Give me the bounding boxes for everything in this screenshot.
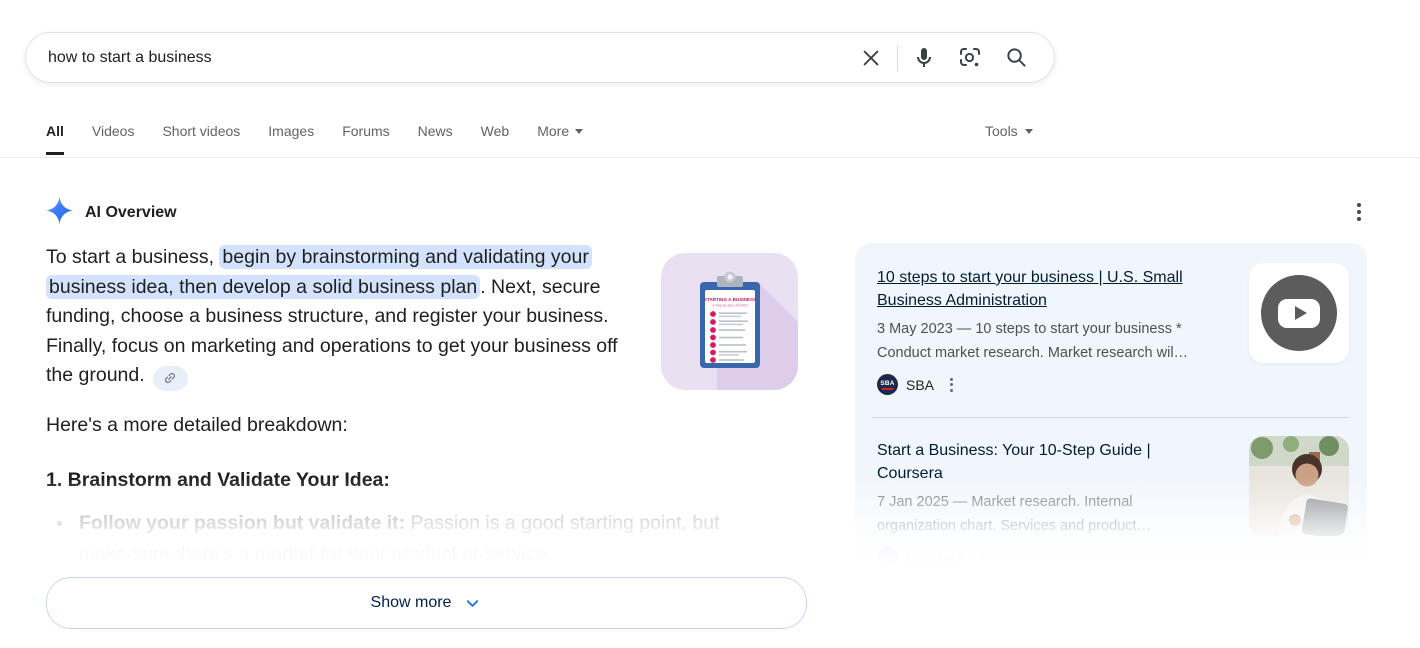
source-link-title[interactable]: Start a Business: Your 10-Step Guide | C… [877, 439, 1187, 485]
bullet-item: Follow your passion but validate it: Pas… [57, 508, 757, 570]
coursera-photo-thumbnail[interactable] [1249, 436, 1349, 536]
chevron-down-icon [575, 129, 583, 134]
paragraph-pre: To start a business, [46, 246, 219, 268]
tab-short-videos[interactable]: Short videos [162, 123, 240, 155]
tab-news[interactable]: News [418, 123, 453, 155]
result-type-tabs: All Videos Short videos Images Forums Ne… [46, 123, 583, 155]
google-search-results-page: how to start a business All Videos Short… [0, 0, 1420, 648]
source-card-sba: 10 steps to start your business | U.S. S… [855, 243, 1367, 417]
tools-button[interactable]: Tools [985, 123, 1033, 139]
breakdown-intro: Here's a more detailed breakdown: [46, 414, 348, 437]
clear-search-icon[interactable] [857, 44, 885, 72]
citation-link-button[interactable] [153, 366, 188, 391]
microphone-icon[interactable] [910, 44, 938, 72]
ai-overview-menu-button[interactable] [1347, 200, 1371, 224]
tab-videos[interactable]: Videos [92, 123, 135, 155]
checklist-illustration-image[interactable]: STARTING A BUSINESS A step-by-step check… [661, 253, 798, 390]
header-divider [0, 157, 1420, 158]
source-menu-button[interactable] [980, 551, 983, 565]
google-lens-icon[interactable] [956, 44, 984, 72]
show-more-button[interactable]: Show more [46, 577, 807, 629]
source-attribution[interactable]: SBA SBA [877, 374, 953, 395]
ai-overview-header: AI Overview [46, 197, 177, 229]
ai-overview-title: AI Overview [85, 204, 177, 222]
search-bar[interactable]: how to start a business [25, 32, 1055, 83]
bullet-dot [57, 521, 62, 526]
gemini-sparkle-icon [46, 197, 73, 229]
coursera-logo-icon: C [877, 547, 898, 568]
illustration-title: STARTING A BUSINESS [704, 297, 756, 302]
chevron-down-icon [1025, 129, 1033, 134]
tab-all[interactable]: All [46, 123, 64, 155]
tab-more[interactable]: More [537, 123, 583, 155]
section-heading: 1. Brainstorm and Validate Your Idea: [46, 469, 390, 492]
tab-images[interactable]: Images [268, 123, 314, 155]
search-icon[interactable] [1002, 44, 1030, 72]
chevron-down-icon [463, 594, 482, 613]
youtube-play-icon [1261, 275, 1337, 351]
source-attribution[interactable]: C Coursera [877, 547, 983, 568]
source-menu-button[interactable] [950, 378, 953, 392]
search-input[interactable]: how to start a business [48, 49, 857, 67]
source-snippet: 3 May 2023 — 10 steps to start your busi… [877, 317, 1195, 365]
source-card-coursera: Start a Business: Your 10-Step Guide | C… [855, 417, 1367, 573]
ai-overview-paragraph: To start a business, begin by brainstorm… [46, 243, 632, 391]
source-link-title[interactable]: 10 steps to start your business | U.S. S… [877, 266, 1187, 312]
tab-forums[interactable]: Forums [342, 123, 389, 155]
sba-logo-icon: SBA [877, 374, 898, 395]
tab-web[interactable]: Web [481, 123, 510, 155]
youtube-video-thumbnail[interactable] [1249, 263, 1349, 363]
sources-panel: 10 steps to start your business | U.S. S… [855, 243, 1367, 573]
searchbar-divider [897, 45, 898, 71]
bullet-bold-text: Follow your passion but validate it: [79, 512, 405, 534]
illustration-subtitle: A step-by-step checklist [712, 304, 748, 308]
source-snippet: 7 Jan 2025 — Market research. Internal o… [877, 490, 1195, 538]
